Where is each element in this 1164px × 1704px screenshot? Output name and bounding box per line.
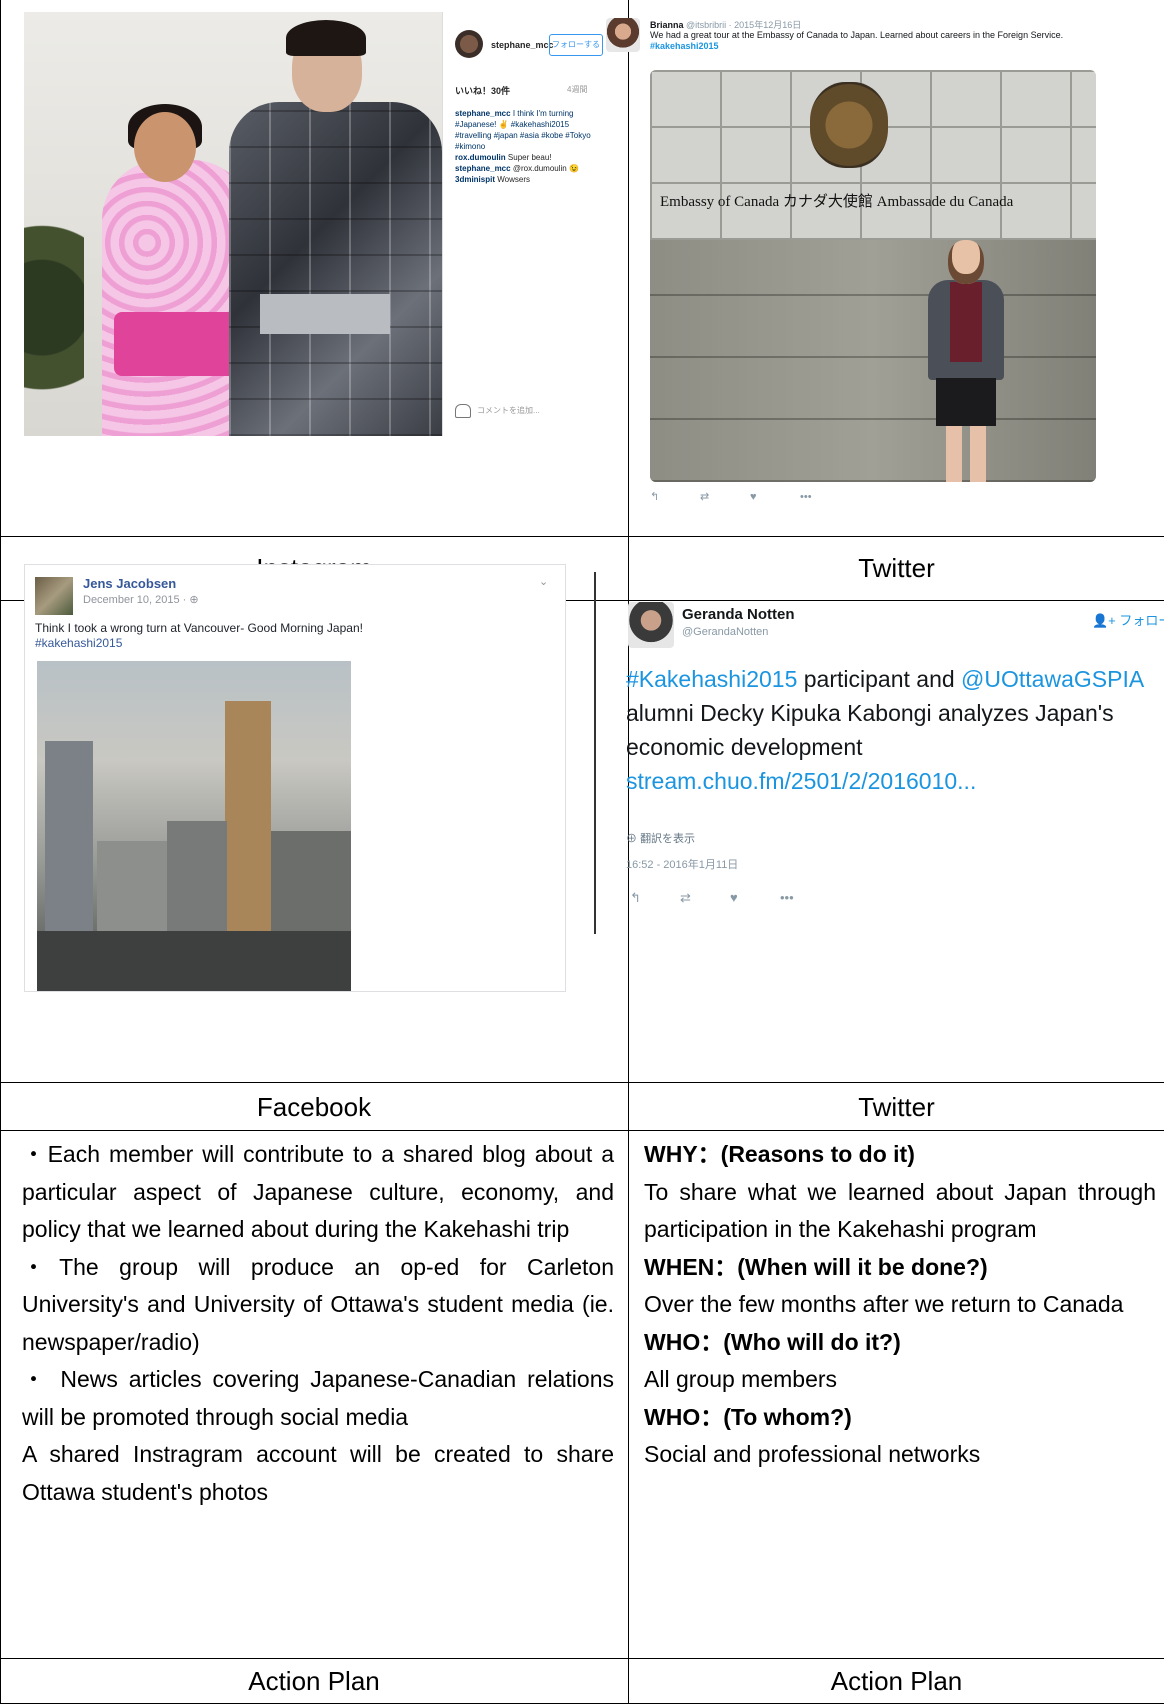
table-divider: [0, 1082, 1164, 1083]
comment: rox.dumoulin Super beau!: [455, 152, 593, 163]
plan-item: ・Each member will contribute to a shared…: [22, 1141, 614, 1242]
avatar[interactable]: [606, 18, 640, 52]
action-plan-left: ・Each member will contribute to a shared…: [22, 1136, 614, 1511]
comment-list: stephane_mcc I think I'm turning #Japane…: [455, 108, 593, 185]
table-divider: [0, 536, 1164, 537]
url-link[interactable]: stream.chuo.fm/2501/2/2016010...: [626, 768, 976, 794]
post-author[interactable]: Jens Jacobsen: [83, 576, 176, 591]
action-plan-right: WHY：(Reasons to do it) To share what we …: [644, 1136, 1156, 1474]
table-divider: [0, 1658, 1164, 1659]
instagram-photo: [24, 12, 442, 436]
like-icon[interactable]: ♥: [730, 890, 780, 905]
follow-button[interactable]: フォローする: [549, 34, 603, 56]
caption-twitter: Twitter: [858, 1092, 935, 1122]
plan-item: ・The group will produce an op-ed for Car…: [22, 1253, 614, 1355]
embassy-seal: [810, 82, 888, 168]
table-border-left: [0, 0, 1, 1704]
plan-heading: WHO：(To whom?): [644, 1403, 852, 1430]
tweet-timestamp[interactable]: 16:52 - 2016年1月11日: [626, 856, 738, 872]
add-user-icon: 👤+: [1092, 613, 1116, 628]
translate-label: 翻訳を表示: [640, 833, 696, 845]
chevron-down-icon[interactable]: ⌄: [539, 575, 548, 588]
table-divider: [0, 1130, 1164, 1131]
tweet-body: participant and: [797, 666, 962, 692]
post-age: 4週間: [567, 85, 588, 94]
follow-label: フォロー: [1119, 613, 1164, 628]
person: [920, 240, 1012, 482]
caption-action-plan: Action Plan: [248, 1666, 380, 1696]
add-comment-input[interactable]: コメントを追加...: [477, 406, 540, 415]
reply-icon[interactable]: ↰: [630, 890, 680, 906]
add-comment[interactable]: コメントを追加...: [455, 404, 540, 418]
hashtag-link[interactable]: #Kakehashi2015: [626, 666, 797, 692]
translate-link[interactable]: ⊕ 翻訳を表示: [626, 830, 695, 846]
likes-count: いいね！30件: [455, 86, 511, 96]
comment-text: Super beau!: [507, 153, 552, 162]
avatar[interactable]: [455, 30, 483, 58]
post-body: Think I took a wrong turn at Vancouver- …: [35, 621, 363, 635]
comment-text: Wowsers: [497, 175, 530, 184]
reply-icon[interactable]: ↰: [650, 490, 700, 503]
mention-link[interactable]: @UOttawaGSPIA: [961, 666, 1143, 692]
patchwork-kimono: [229, 102, 442, 436]
follow-button[interactable]: 👤+ フォロー: [1092, 610, 1164, 629]
tweet-body: alumni Decky Kipuka Kabongi analyzes Jap…: [626, 700, 1114, 760]
caption-action-plan: Action Plan: [830, 1666, 963, 1696]
tweet-body: We had a great tour at the Embassy of Ca…: [650, 30, 1064, 40]
plan-heading: WHY：(Reasons to do it): [644, 1141, 915, 1167]
hashtag-link[interactable]: #kakehashi2015: [650, 41, 719, 51]
document-table: stephane_mcc フォローする いいね！30件 4週間 stephane…: [0, 0, 1164, 1704]
caption-facebook: Facebook: [256, 1092, 372, 1122]
plan-item: A shared Instragram account will be crea…: [22, 1441, 614, 1505]
plan-text: Social and professional networks: [644, 1441, 981, 1467]
comment-user[interactable]: stephane_mcc: [455, 109, 511, 118]
globe-icon: ⊕: [189, 594, 199, 606]
avatar[interactable]: [628, 602, 674, 648]
plan-item: ・ News articles covering Japanese-Canadi…: [22, 1366, 614, 1430]
retweet-icon[interactable]: ⇄: [700, 490, 750, 503]
stone-wall: [650, 240, 1096, 482]
post-date-text: December 10, 2015 ·: [83, 594, 190, 606]
comment: stephane_mcc @rox.dumoulin 😉: [455, 163, 593, 174]
comment-text: @rox.dumoulin 😉: [512, 164, 579, 173]
plan-heading: WHEN：(When will it be done?): [644, 1253, 988, 1280]
hashtag-link[interactable]: #kakehashi2015: [35, 636, 555, 651]
tweet-actions: ↰ ⇄ ♥ •••: [650, 490, 850, 503]
avatar[interactable]: [35, 577, 73, 615]
globe-icon: ⊕: [626, 833, 641, 845]
instagram-username[interactable]: stephane_mcc: [491, 40, 554, 50]
person-head: [134, 112, 196, 182]
comment-user[interactable]: rox.dumoulin: [455, 153, 506, 162]
tweet-handle[interactable]: @GerandaNotten: [682, 626, 768, 638]
tweet-author[interactable]: Brianna: [650, 20, 684, 30]
heart-icon[interactable]: [455, 404, 471, 418]
facebook-post: Jens Jacobsen December 10, 2015 · ⊕ ⌄ Th…: [24, 564, 566, 992]
instagram-side-panel: stephane_mcc フォローする いいね！30件 4週間 stephane…: [442, 12, 603, 436]
plant: [24, 222, 84, 436]
tweet-meta: @itsbribrii · 2015年12月16日: [686, 20, 802, 30]
plan-text: All group members: [644, 1366, 838, 1392]
plan-heading: WHO：(Who will do it?): [644, 1328, 901, 1355]
embassy-sign: Embassy of Canada カナダ大使館 Ambassade du Ca…: [660, 194, 1014, 210]
retweet-icon[interactable]: ⇄: [680, 890, 730, 906]
post-text: Think I took a wrong turn at Vancouver- …: [35, 621, 555, 651]
tweet-text: #Kakehashi2015 participant and @UOttawaG…: [626, 662, 1162, 798]
like-icon[interactable]: ♥: [750, 491, 800, 503]
tweet-text: We had a great tour at the Embassy of Ca…: [650, 30, 1070, 52]
comment: stephane_mcc I think I'm turning #Japane…: [455, 108, 593, 152]
tweet-photo: Embassy of Canada カナダ大使館 Ambassade du Ca…: [650, 70, 1096, 482]
post-date: December 10, 2015 · ⊕: [83, 593, 199, 606]
comment-user[interactable]: 3dminispit: [455, 175, 495, 184]
comment-user[interactable]: stephane_mcc: [455, 164, 511, 173]
more-icon[interactable]: •••: [800, 491, 850, 503]
plan-text: To share what we learned about Japan thr…: [644, 1178, 1156, 1243]
post-photo: [37, 661, 351, 991]
tweet-author[interactable]: Geranda Notten: [682, 606, 795, 623]
tweet-actions: ↰ ⇄ ♥ •••: [630, 890, 830, 906]
twitter-post-2: Geranda Notten @GerandaNotten 👤+ フォロー #K…: [594, 572, 1164, 934]
comment: 3dminispit Wowsers: [455, 174, 593, 185]
plan-text: Over the few months after we return to C…: [644, 1291, 1124, 1317]
more-icon[interactable]: •••: [780, 890, 830, 905]
twitter-post-1: Brianna @itsbribrii · 2015年12月16日 We had…: [598, 8, 1158, 528]
